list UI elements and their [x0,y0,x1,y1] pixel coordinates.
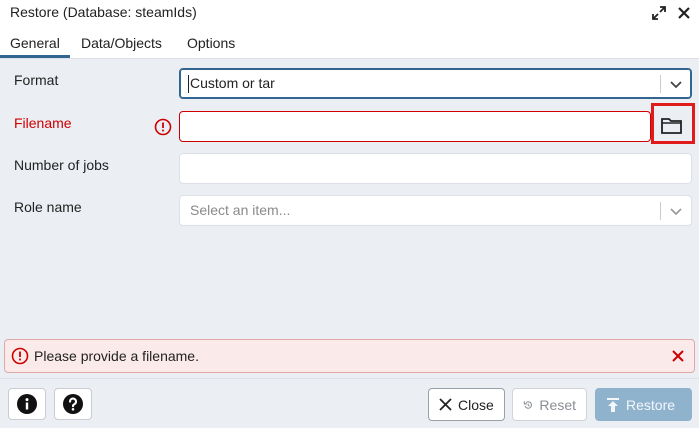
format-label: Format [14,72,59,88]
reset-icon [523,400,532,409]
close-icon[interactable] [670,348,686,364]
close-icon [439,398,452,411]
dialog-title: Restore (Database: steamIds) [10,4,197,20]
folder-icon [661,118,682,134]
tab-bar: General Data/Objects Options [0,28,699,59]
tab-data-objects[interactable]: Data/Objects [81,35,162,51]
browse-folder-button[interactable] [651,103,695,144]
jobs-input[interactable] [179,153,692,184]
error-icon [11,347,29,365]
error-alert-message: Please provide a filename. [34,348,199,364]
tab-general[interactable]: General [10,35,60,51]
dialog-footer: Close Reset Restore [0,378,699,428]
select-separator [660,202,661,220]
info-button[interactable] [8,388,46,420]
restore-button-label: Restore [626,396,676,413]
close-button[interactable]: Close [428,388,505,421]
dialog-titlebar: Restore (Database: steamIds) [0,0,699,28]
role-select[interactable]: Select an item... [179,195,692,226]
help-icon [63,394,83,414]
chevron-down-icon[interactable] [669,77,683,91]
reset-button[interactable]: Reset [512,388,587,421]
upload-icon [607,397,619,412]
help-button[interactable] [54,388,92,420]
role-label: Role name [14,199,82,215]
reset-button-label: Reset [539,396,576,413]
select-separator [660,75,661,93]
error-icon [154,118,172,136]
filename-label: Filename [14,115,72,131]
role-select-placeholder: Select an item... [190,202,291,218]
filename-input[interactable] [179,111,651,142]
restore-button[interactable]: Restore [595,388,692,421]
active-tab-indicator [0,55,70,58]
format-select-value: Custom or tar [190,75,275,91]
chevron-down-icon[interactable] [669,204,683,218]
expand-arrows-icon[interactable] [649,3,669,23]
format-select[interactable]: Custom or tar [179,68,692,99]
text-caret [188,75,189,93]
info-icon [17,394,37,414]
close-icon[interactable] [674,3,694,23]
jobs-label: Number of jobs [14,157,109,173]
error-alert: Please provide a filename. [4,339,695,373]
close-button-label: Close [458,396,494,413]
tab-options[interactable]: Options [187,35,235,51]
